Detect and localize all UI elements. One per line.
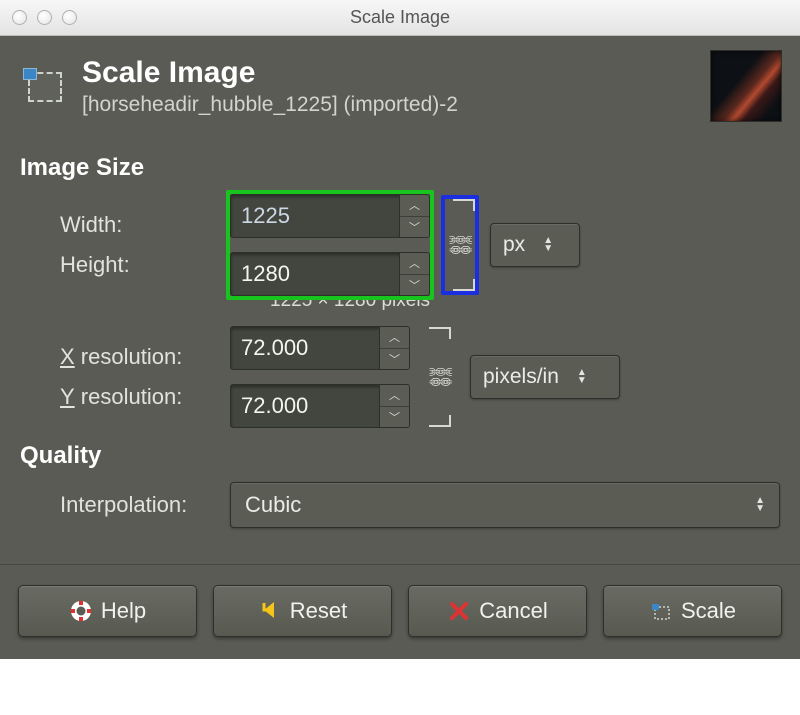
aspect-lock-toggle[interactable]: ⛓	[441, 195, 479, 295]
yres-decrement[interactable]: ﹀	[380, 407, 409, 428]
yres-field[interactable]	[231, 385, 379, 427]
scale-icon	[18, 64, 68, 108]
size-unit-select[interactable]: px ▲▼	[490, 223, 580, 267]
height-label: Height:	[20, 252, 220, 278]
width-decrement[interactable]: ﹀	[400, 217, 429, 238]
lifebuoy-icon	[69, 599, 93, 623]
dialog-title: Scale Image	[82, 56, 696, 90]
xres-decrement[interactable]: ﹀	[380, 349, 409, 370]
image-size-heading: Image Size	[20, 154, 780, 182]
chevron-updown-icon: ▲▼	[755, 497, 765, 513]
chain-link-icon: ⛓	[427, 363, 453, 391]
help-label: Help	[101, 598, 146, 624]
interpolation-value: Cubic	[245, 492, 301, 518]
size-unit-value: px	[503, 233, 525, 257]
quality-heading: Quality	[20, 442, 780, 470]
xres-input[interactable]: ︿ ﹀	[230, 326, 410, 370]
chevron-updown-icon: ▲▼	[577, 369, 587, 385]
width-increment[interactable]: ︿	[400, 195, 429, 217]
yres-input[interactable]: ︿ ﹀	[230, 384, 410, 428]
reset-label: Reset	[290, 598, 347, 624]
dialog-subtitle: [horseheadir_hubble_1225] (imported)-2	[82, 93, 696, 117]
interpolation-label: Interpolation:	[20, 492, 220, 518]
xres-label: X resolution:	[20, 344, 220, 370]
scale-action-icon	[649, 599, 673, 623]
dialog-button-bar: Help Reset Cancel Scale	[0, 564, 800, 659]
scale-button[interactable]: Scale	[603, 585, 782, 637]
window-minimize-button[interactable]	[37, 10, 52, 25]
resolution-lock-toggle[interactable]: ⛓	[421, 327, 459, 427]
scale-label: Scale	[681, 598, 736, 624]
height-field[interactable]	[231, 253, 399, 295]
window-zoom-button[interactable]	[62, 10, 77, 25]
width-field[interactable]	[231, 195, 399, 237]
width-input[interactable]: ︿ ﹀	[230, 194, 430, 238]
interpolation-select[interactable]: Cubic ▲▼	[230, 482, 780, 528]
window-title: Scale Image	[0, 7, 800, 28]
reset-icon	[258, 599, 282, 623]
height-decrement[interactable]: ﹀	[400, 275, 429, 296]
help-button[interactable]: Help	[18, 585, 197, 637]
reset-button[interactable]: Reset	[213, 585, 392, 637]
xres-increment[interactable]: ︿	[380, 327, 409, 349]
cancel-label: Cancel	[479, 598, 547, 624]
width-label: Width:	[20, 212, 220, 238]
xres-field[interactable]	[231, 327, 379, 369]
chain-link-icon: ⛓	[447, 231, 473, 259]
resolution-unit-select[interactable]: pixels/in ▲▼	[470, 355, 620, 399]
dialog-header: Scale Image [horseheadir_hubble_1225] (i…	[0, 36, 800, 132]
yres-increment[interactable]: ︿	[380, 385, 409, 407]
chevron-updown-icon: ▲▼	[543, 237, 553, 253]
height-increment[interactable]: ︿	[400, 253, 429, 275]
cancel-icon	[447, 599, 471, 623]
scale-image-dialog: Scale Image [horseheadir_hubble_1225] (i…	[0, 36, 800, 659]
window-close-button[interactable]	[12, 10, 27, 25]
resolution-unit-value: pixels/in	[483, 365, 559, 389]
cancel-button[interactable]: Cancel	[408, 585, 587, 637]
window-titlebar: Scale Image	[0, 0, 800, 36]
yres-label: Y resolution:	[20, 384, 220, 410]
image-thumbnail	[710, 50, 782, 122]
height-input[interactable]: ︿ ﹀	[230, 252, 430, 296]
